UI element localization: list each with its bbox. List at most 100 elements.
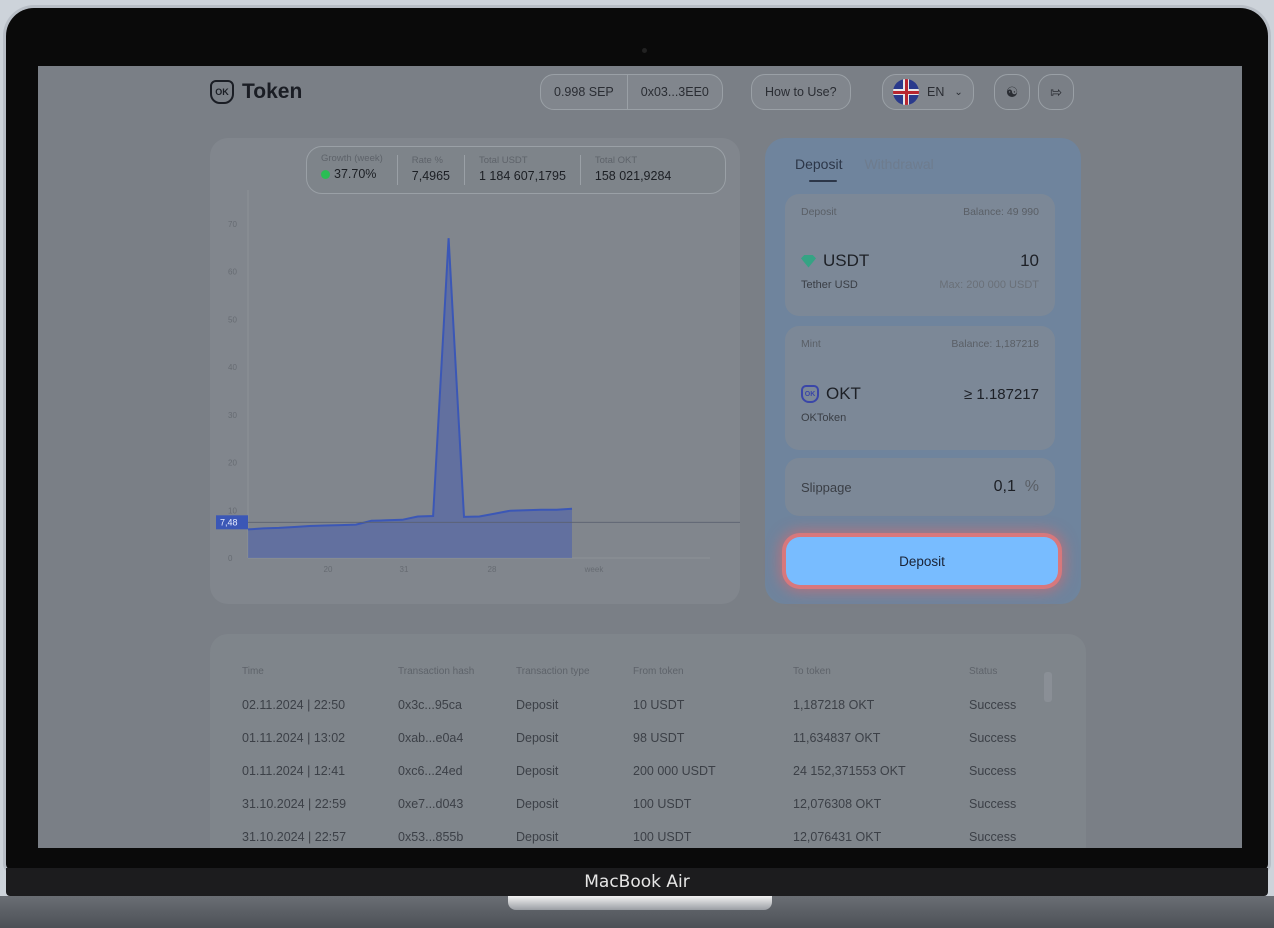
table-cell: Success (969, 698, 1017, 712)
table-cell: Deposit (516, 764, 559, 778)
laptop-hinge (508, 896, 772, 910)
table-cell: 10 USDT (633, 698, 685, 712)
scrollbar-thumb[interactable] (1044, 672, 1052, 702)
table-cell[interactable]: 0xe7...d043 (398, 797, 463, 811)
mint-card-footer: OKToken (785, 412, 1055, 424)
x-tick-label: 20 (324, 565, 333, 574)
slippage-value[interactable]: 0,1 (994, 478, 1016, 495)
stat-label: Total OKT (594, 155, 638, 166)
deposit-card-label: Deposit (801, 206, 837, 218)
token-symbol: USDT (823, 251, 870, 270)
y-tick-label: 50 (228, 315, 237, 324)
language-selector[interactable]: EN ⌄ (882, 74, 974, 110)
slippage-row: Slippage 0,1 % (785, 458, 1055, 516)
stats-bar: Growth (week) 37.70% Rate % 7,4965 Total… (306, 146, 726, 194)
stat-rate: Rate % 7,4965 (396, 155, 464, 185)
mint-card-header: Mint Balance: 1,187218 (785, 326, 1055, 350)
col-to: To token (793, 666, 831, 677)
deposit-panel: Deposit Withdrawal Deposit Balance: 49 9… (765, 138, 1081, 604)
wallet-pill[interactable]: 0.998 SEP 0x03...3EE0 (540, 74, 723, 110)
profile-button[interactable]: ☯ (994, 74, 1030, 110)
col-hash: Transaction hash (398, 666, 475, 677)
table-cell: 31.10.2024 | 22:57 (242, 830, 347, 844)
table-cell: 02.11.2024 | 22:50 (242, 698, 346, 712)
y-tick-label: 10 (228, 506, 237, 515)
mint-card-main: OK OKT ≥ 1.187217 (785, 384, 1055, 404)
mint-card: Mint Balance: 1,187218 OK OKT ≥ 1.187217 … (785, 326, 1055, 450)
tab-deposit[interactable]: Deposit (795, 156, 842, 182)
x-tick-label: 31 (400, 565, 409, 574)
col-from: From token (633, 666, 684, 677)
x-tick-label: 28 (488, 565, 497, 574)
table-cell: Success (969, 731, 1017, 745)
app-header: OK Token 0.998 SEP 0x03...3EE0 How to Us… (38, 66, 1242, 122)
table-cell: 24 152,371553 OKT (793, 764, 906, 778)
table-cell: 31.10.2024 | 22:59 (242, 797, 347, 811)
wallet-address[interactable]: 0x03...3EE0 (626, 75, 722, 109)
laptop-chin: MacBook Air (6, 868, 1268, 896)
logo[interactable]: OK Token (210, 80, 302, 104)
table-cell: Deposit (516, 797, 559, 811)
table-cell: Deposit (516, 698, 559, 712)
table-cell: 11,634837 OKT (793, 731, 881, 745)
y-tick-label: 70 (228, 220, 237, 229)
current-value-label: 7,48 (220, 517, 238, 527)
ok-logo-icon: OK (210, 80, 234, 104)
table-scrollbar[interactable] (1044, 662, 1052, 832)
mint-amount: ≥ 1.187217 (964, 385, 1039, 403)
col-time: Time (242, 666, 264, 677)
deposit-button[interactable]: Deposit (786, 537, 1058, 585)
logo-text: Token (242, 80, 303, 103)
token-name: Tether USD (801, 279, 858, 291)
col-status: Status (969, 666, 998, 677)
deposit-card-footer: Tether USD Max: 200 000 USDT (785, 279, 1055, 291)
col-type: Transaction type (516, 666, 590, 677)
rate-chart: 70 60 50 40 30 20 10 0 7,48 20 31 28 week (216, 190, 740, 574)
stat-value: 7,4965 (411, 169, 450, 183)
how-to-use-button[interactable]: How to Use? (751, 74, 851, 110)
uk-flag-icon (893, 79, 919, 105)
logout-button[interactable]: ⇰ (1038, 74, 1074, 110)
stat-label: Total USDT (479, 155, 528, 166)
stat-total-usdt: Total USDT 1 184 607,1795 (464, 155, 580, 185)
stat-value: 158 021,9284 (594, 169, 672, 183)
slippage-card[interactable]: Slippage 0,1 % (785, 458, 1055, 516)
slippage-unit: % (1024, 478, 1039, 495)
stat-growth: Growth (week) 37.70% (307, 147, 397, 193)
mint-card-label: Mint (801, 338, 821, 350)
table-cell[interactable]: 0x53...855b (398, 830, 463, 844)
table-cell: 12,076431 OKT (793, 830, 882, 844)
series-line (247, 238, 573, 531)
table-cell[interactable]: 0xc6...24ed (398, 764, 463, 778)
y-tick-label: 30 (228, 411, 237, 420)
users-icon: ☯ (1005, 83, 1019, 100)
stat-value: 37.70% (334, 167, 377, 181)
y-tick-label: 60 (228, 268, 237, 277)
table-cell: 1,187218 OKT (793, 698, 875, 712)
deposit-card-main: USDT 10 (785, 251, 1055, 271)
y-tick-label: 0 (228, 554, 233, 563)
table-cell[interactable]: 0x3c...95ca (398, 698, 462, 712)
screen: OK Token 0.998 SEP 0x03...3EE0 How to Us… (38, 66, 1242, 848)
table-cell[interactable]: 0xab...e0a4 (398, 731, 463, 745)
slippage-label: Slippage (801, 479, 852, 495)
table-cell: Success (969, 830, 1017, 844)
tab-withdrawal[interactable]: Withdrawal (864, 156, 933, 172)
slippage-value-wrap: 0,1 % (994, 478, 1039, 496)
max-amount[interactable]: Max: 200 000 USDT (939, 279, 1039, 291)
balance-display: 0.998 SEP (554, 85, 614, 99)
table-cell: 200 000 USDT (633, 764, 716, 778)
stat-total-okt: Total OKT 158 021,9284 (579, 155, 685, 185)
stat-value: 1 184 607,1795 (479, 169, 566, 183)
chevron-down-icon: ⌄ (954, 86, 963, 98)
stat-label: Growth (week) (321, 153, 383, 164)
deposit-amount-input[interactable]: 10 (1020, 251, 1039, 271)
deposit-tabs: Deposit Withdrawal (795, 156, 934, 182)
deposit-card-header: Deposit Balance: 49 990 (785, 194, 1055, 218)
token-select-usdt[interactable]: USDT (801, 251, 869, 271)
y-tick-label: 20 (228, 459, 237, 468)
mint-balance: Balance: 1,187218 (951, 338, 1039, 350)
table-cell: Success (969, 764, 1017, 778)
x-tick-label: week (584, 565, 605, 574)
how-to-use-label: How to Use? (765, 85, 837, 99)
